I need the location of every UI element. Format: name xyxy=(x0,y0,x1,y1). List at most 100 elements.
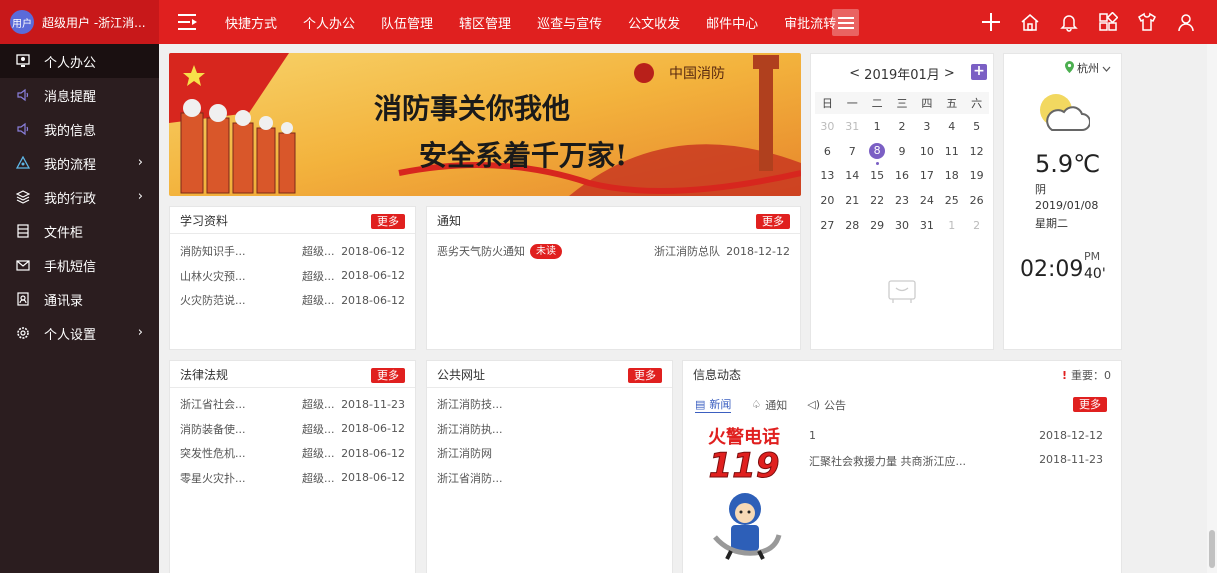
calendar-day[interactable]: 29 xyxy=(865,219,890,232)
sidebar-item-personal-office[interactable]: 个人办公 xyxy=(0,44,159,78)
more-button[interactable]: 更多 xyxy=(756,214,790,229)
list-item[interactable]: 消防知识手... 超级... 2018-06-12 xyxy=(170,239,415,264)
calendar-day[interactable]: 26 xyxy=(964,194,989,207)
list-item[interactable]: 零星火灾扑... 超级... 2018-06-12 xyxy=(170,466,415,491)
sidebar-item-personal-settings[interactable]: 个人设置 › xyxy=(0,316,159,350)
calendar-day[interactable]: 11 xyxy=(939,145,964,158)
calendar-day[interactable]: 2 xyxy=(964,219,989,232)
calendar-day[interactable]: 1 xyxy=(939,219,964,232)
menu-toggle-icon[interactable] xyxy=(176,11,198,33)
tab-notice[interactable]: ♤ 通知 xyxy=(751,396,787,413)
calendar-day[interactable]: 30 xyxy=(815,120,840,133)
calendar-day[interactable]: 23 xyxy=(890,194,915,207)
sidebar-item-my-workflow[interactable]: 我的流程 › xyxy=(0,146,159,180)
nav-item-mail[interactable]: 邮件中心 xyxy=(693,13,771,32)
sidebar-item-my-info[interactable]: 我的信息 xyxy=(0,112,159,146)
scrollbar-thumb[interactable] xyxy=(1209,530,1215,568)
list-item[interactable]: 浙江省社会... 超级... 2018-11-23 xyxy=(170,392,415,417)
list-item[interactable]: 消防装备使... 超级... 2018-06-12 xyxy=(170,417,415,442)
more-button[interactable]: 更多 xyxy=(371,214,405,229)
sidebar-item-sms[interactable]: 手机短信 xyxy=(0,248,159,282)
item-title[interactable]: 山林火灾预... xyxy=(180,268,300,284)
sidebar-item-contacts[interactable]: 通讯录 xyxy=(0,282,159,316)
calendar-day[interactable]: 15 xyxy=(865,169,890,182)
sidebar-item-message-reminder[interactable]: 消息提醒 xyxy=(0,78,159,112)
calendar-day[interactable]: 22 xyxy=(865,194,890,207)
nav-item-district[interactable]: 辖区管理 xyxy=(446,13,524,32)
user-name[interactable]: 超级用户 -浙江消... xyxy=(42,14,152,31)
list-item[interactable]: 突发性危机... 超级... 2018-06-12 xyxy=(170,441,415,466)
link-title[interactable]: 浙江消防网 xyxy=(437,445,492,461)
calendar-day[interactable]: 28 xyxy=(840,219,865,232)
link-title[interactable]: 浙江消防执... xyxy=(437,421,503,437)
calendar-day[interactable]: 5 xyxy=(964,120,989,133)
calendar-day[interactable]: 21 xyxy=(840,194,865,207)
shirt-icon[interactable] xyxy=(1136,11,1158,33)
calendar-day[interactable]: 2 xyxy=(890,120,915,133)
bell-icon[interactable] xyxy=(1058,11,1080,33)
calendar-day[interactable]: 7 xyxy=(840,145,865,158)
calendar-day[interactable]: 9 xyxy=(890,145,915,158)
calendar-day[interactable]: 20 xyxy=(815,194,840,207)
item-title[interactable]: 恶劣天气防火通知 xyxy=(437,243,525,259)
calendar-day-today[interactable]: 8 xyxy=(865,143,890,166)
calendar-day[interactable]: 3 xyxy=(914,120,939,133)
tab-announcement[interactable]: ◁) 公告 xyxy=(807,396,846,413)
calendar-day[interactable]: 17 xyxy=(914,169,939,182)
nav-item-team[interactable]: 队伍管理 xyxy=(368,13,446,32)
calendar-day[interactable]: 12 xyxy=(964,145,989,158)
user-icon[interactable] xyxy=(1175,11,1197,33)
vertical-scrollbar[interactable] xyxy=(1207,44,1217,573)
prev-month-button[interactable]: < xyxy=(849,66,860,81)
sidebar-item-file-cabinet[interactable]: 文件柜 xyxy=(0,214,159,248)
item-title[interactable]: 消防装备使... xyxy=(180,421,300,437)
list-item[interactable]: 1 2018-12-12 xyxy=(809,429,1109,453)
user-brand[interactable]: 用户 超级用户 -浙江消... xyxy=(0,0,159,44)
calendar-day[interactable]: 18 xyxy=(939,169,964,182)
calendar-day[interactable]: 14 xyxy=(840,169,865,182)
calendar-day[interactable]: 10 xyxy=(914,145,939,158)
list-item[interactable]: 火灾防范说... 超级... 2018-06-12 xyxy=(170,288,415,313)
link-item[interactable]: 浙江省消防... xyxy=(427,466,672,491)
item-title[interactable]: 火灾防范说... xyxy=(180,292,300,308)
item-title[interactable]: 1 xyxy=(809,429,816,442)
link-item[interactable]: 浙江消防网 xyxy=(427,441,672,466)
city-selector[interactable]: 杭州 xyxy=(1065,60,1111,76)
home-icon[interactable] xyxy=(1019,11,1041,33)
calendar-day[interactable]: 31 xyxy=(914,219,939,232)
nav-item-personal-office[interactable]: 个人办公 xyxy=(290,13,368,32)
link-title[interactable]: 浙江消防技... xyxy=(437,396,503,412)
apps-icon[interactable] xyxy=(1097,11,1119,33)
item-title[interactable]: 消防知识手... xyxy=(180,243,300,259)
link-title[interactable]: 浙江省消防... xyxy=(437,470,503,486)
item-title[interactable]: 汇聚社会救援力量 共商浙江应... xyxy=(809,455,966,468)
plus-icon[interactable] xyxy=(980,11,1002,33)
more-button[interactable]: 更多 xyxy=(628,368,662,383)
nav-item-patrol[interactable]: 巡查与宣传 xyxy=(524,13,615,32)
calendar-day[interactable]: 30 xyxy=(890,219,915,232)
calendar-day[interactable]: 31 xyxy=(840,120,865,133)
nav-item-shortcuts[interactable]: 快捷方式 xyxy=(212,13,290,32)
calendar-day[interactable]: 25 xyxy=(939,194,964,207)
more-button[interactable]: 更多 xyxy=(1073,397,1107,412)
link-item[interactable]: 浙江消防技... xyxy=(427,392,672,417)
calendar-day[interactable]: 16 xyxy=(890,169,915,182)
avatar[interactable]: 用户 xyxy=(10,10,34,34)
link-item[interactable]: 浙江消防执... xyxy=(427,417,672,442)
sidebar-item-my-admin[interactable]: 我的行政 › xyxy=(0,180,159,214)
nav-more-menu-icon[interactable] xyxy=(832,9,859,36)
next-month-button[interactable]: > xyxy=(944,66,955,81)
calendar-day[interactable]: 19 xyxy=(964,169,989,182)
nav-item-documents[interactable]: 公文收发 xyxy=(615,13,693,32)
more-button[interactable]: 更多 xyxy=(371,368,405,383)
item-title[interactable]: 零星火灾扑... xyxy=(180,470,300,486)
item-title[interactable]: 突发性危机... xyxy=(180,445,300,461)
calendar-day[interactable]: 4 xyxy=(939,120,964,133)
item-title[interactable]: 浙江省社会... xyxy=(180,396,300,412)
tab-news[interactable]: ▤ 新闻 xyxy=(695,396,732,413)
calendar-day[interactable]: 6 xyxy=(815,145,840,158)
list-item[interactable]: 恶劣天气防火通知 未读 浙江消防总队 2018-12-12 xyxy=(427,239,800,264)
calendar-day[interactable]: 1 xyxy=(865,120,890,133)
list-item[interactable]: 山林火灾预... 超级... 2018-06-12 xyxy=(170,264,415,289)
add-event-button[interactable]: + xyxy=(971,64,987,80)
